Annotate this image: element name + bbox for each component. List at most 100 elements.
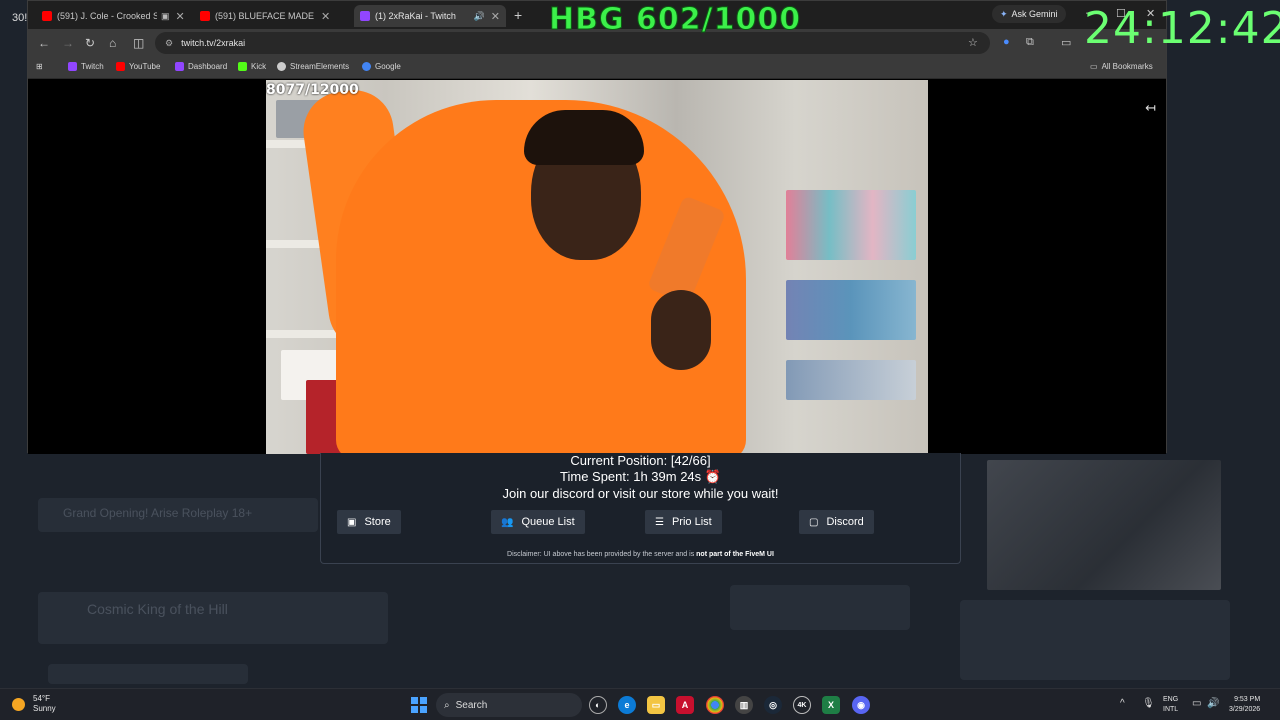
ask-gemini-button[interactable]: ✦ Ask Gemini — [992, 5, 1066, 23]
collapse-chat-icon[interactable]: ↤ — [1145, 100, 1156, 116]
browser-window: (591) J. Cole - Crooked Smi ▣ ✕ (591) BL… — [27, 0, 1167, 454]
person-hair — [524, 110, 644, 165]
queue-list-button[interactable]: 👥 Queue List — [491, 510, 585, 534]
product-shelf-colorful — [786, 190, 916, 260]
split-view-icon[interactable]: ◫ — [133, 36, 144, 50]
bookmark-label: YouTube — [129, 62, 161, 71]
bookmark-label: Kick — [251, 62, 267, 71]
stream-video[interactable]: 8077/12000 — [266, 80, 928, 454]
lang-line2: INTL — [1163, 706, 1179, 713]
queue-list-label: Queue List — [521, 516, 575, 528]
weather-desc: Sunny — [33, 704, 56, 713]
store-button[interactable]: ▣ Store — [337, 510, 401, 534]
store-label: Store — [364, 516, 391, 528]
close-icon[interactable]: ✕ — [321, 10, 330, 23]
fivem-disclaimer: Disclaimer: UI above has been provided b… — [321, 551, 960, 558]
bookmark-twitch[interactable]: Twitch — [68, 62, 104, 71]
url-text: twitch.tv/2xrakai — [181, 38, 246, 48]
person-hand — [651, 290, 711, 370]
lang-line1: ENG — [1163, 696, 1179, 703]
bookmark-kick[interactable]: Kick — [238, 62, 266, 71]
weather-widget[interactable]: 54°F Sunny — [12, 694, 56, 714]
twitch-icon — [68, 62, 77, 71]
cast-icon[interactable]: ▭ — [1061, 36, 1071, 49]
prio-list-button[interactable]: ☰ Prio List — [645, 510, 722, 534]
streamelements-icon — [277, 62, 286, 71]
language-indicator[interactable]: ENG INTL — [1163, 695, 1178, 715]
list-icon: ☰ — [655, 516, 664, 528]
microphone-icon[interactable]: 🎙 — [1142, 698, 1155, 709]
windows-taskbar: 54°F Sunny ⌕ Search ◐ e ▭ A ▥ ◎ 4K X ◉ ^… — [0, 688, 1280, 720]
prio-list-label: Prio List — [671, 516, 712, 528]
queue-position: Current Position: [42/66] — [570, 453, 711, 468]
windows-start-icon[interactable] — [411, 697, 427, 713]
weather-temp: 54°F — [33, 694, 50, 703]
bookmark-google[interactable]: Google — [362, 62, 401, 71]
twitch-icon — [360, 11, 370, 21]
queue-time-spent: Time Spent: 1h 39m 24s ⏰ — [560, 469, 721, 484]
youtube-icon — [42, 11, 52, 21]
app-icon[interactable]: ▥ — [735, 696, 753, 714]
adobe-app-icon[interactable]: A — [676, 696, 694, 714]
discord-icon[interactable]: ◉ — [852, 696, 870, 714]
twitch-icon — [175, 62, 184, 71]
speaker-icon[interactable]: 🔊 — [474, 11, 485, 22]
bookmark-youtube[interactable]: YouTube — [116, 62, 160, 71]
discord-icon: ▢ — [809, 516, 819, 528]
taskbar-search[interactable]: ⌕ Search — [436, 693, 582, 717]
all-bookmarks-button[interactable]: ▭ All Bookmarks — [1090, 62, 1153, 71]
bookmarks-bar: ⊞ Twitch YouTube Dashboard Kick StreamEl… — [28, 57, 1166, 79]
extension-icon[interactable]: ● — [1003, 36, 1010, 48]
excel-icon[interactable]: X — [822, 696, 840, 714]
edge-icon[interactable]: e — [618, 696, 636, 714]
apps-icon[interactable]: ⊞ — [36, 62, 43, 71]
kick-icon — [238, 62, 247, 71]
chrome-icon[interactable] — [706, 696, 724, 714]
home-icon[interactable]: ⌂ — [109, 36, 116, 50]
4k-app-icon[interactable]: 4K — [793, 696, 811, 714]
show-hidden-icons[interactable]: ^ — [1120, 698, 1125, 709]
tab-youtube-2[interactable]: (591) BLUEFACE MADE THE GIR ✕ — [194, 5, 352, 27]
product-shelf-colorful — [786, 360, 916, 400]
volume-icon[interactable]: 🔊 — [1207, 698, 1219, 709]
copilot-icon[interactable]: ◐ — [589, 696, 607, 714]
folder-icon: ▭ — [1090, 62, 1098, 71]
clock-time: 9:53 PM — [1234, 696, 1261, 703]
discord-label: Discord — [826, 516, 864, 528]
reload-icon[interactable]: ↻ — [85, 36, 95, 50]
disclaimer-text: Disclaimer: UI above has been provided b… — [507, 551, 695, 558]
system-clock[interactable]: 9:53 PM 3/29/2026 — [1229, 695, 1260, 715]
back-icon[interactable]: ← — [38, 36, 50, 50]
store-icon: ▣ — [347, 516, 357, 528]
bookmark-streamelements[interactable]: StreamElements — [277, 62, 349, 71]
clock-date: 3/29/2026 — [1229, 706, 1261, 713]
file-explorer-icon[interactable]: ▭ — [647, 696, 665, 714]
forward-icon[interactable]: → — [62, 36, 74, 50]
new-tab-button[interactable]: + — [514, 7, 522, 23]
product-shelf-colorful — [786, 280, 916, 340]
tab-title: (1) 2xRaKai - Twitch — [375, 11, 456, 21]
bookmark-star-icon[interactable]: ☆ — [968, 36, 978, 49]
tab-twitch[interactable]: (1) 2xRaKai - Twitch 🔊 ✕ — [354, 5, 506, 27]
users-icon: 👥 — [501, 516, 514, 528]
gemini-label: Ask Gemini — [1011, 9, 1058, 19]
bg-thumbnail — [987, 460, 1221, 590]
close-icon[interactable]: ✕ — [176, 10, 185, 23]
sun-icon — [12, 697, 25, 711]
discord-button[interactable]: ▢ Discord — [799, 510, 874, 534]
search-icon: ⌕ — [444, 699, 450, 711]
close-icon[interactable]: ✕ — [491, 10, 500, 23]
site-info-icon[interactable]: ⚙ — [165, 38, 173, 49]
bookmark-label: Dashboard — [188, 62, 228, 71]
network-icon[interactable]: ▭ — [1192, 698, 1201, 709]
disclaimer-bold: not part of the FiveM UI — [696, 551, 774, 558]
steam-icon[interactable]: ◎ — [764, 696, 782, 714]
video-overlay-counter: 8077/12000 — [266, 82, 359, 98]
tab-youtube-1[interactable]: (591) J. Cole - Crooked Smi ▣ ✕ — [36, 5, 194, 27]
bg-card — [960, 600, 1230, 680]
google-icon — [362, 62, 371, 71]
queue-panel: Current Position: [42/66] Time Spent: 1h… — [320, 453, 961, 564]
extensions-puzzle-icon[interactable]: ⧉ — [1026, 36, 1034, 49]
tab-title: (591) BLUEFACE MADE THE GIR — [215, 11, 315, 21]
bookmark-dashboard[interactable]: Dashboard — [175, 62, 227, 71]
